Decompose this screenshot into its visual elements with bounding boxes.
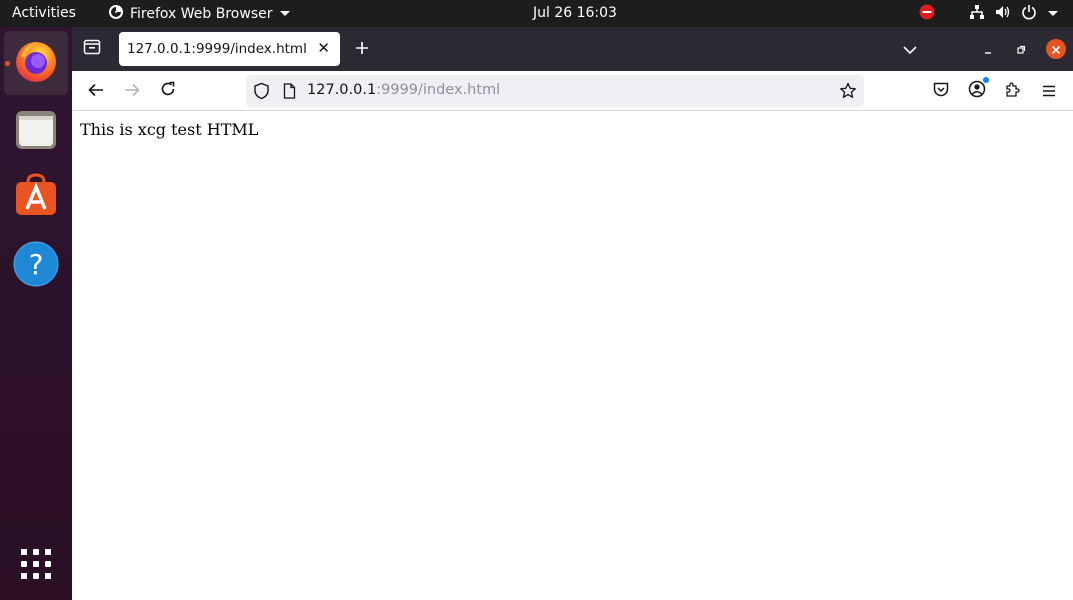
maximize-icon <box>1016 40 1026 59</box>
clock[interactable]: Jul 26 16:03 <box>533 5 617 21</box>
dock-item-files[interactable] <box>4 99 68 163</box>
help-icon: ? <box>13 241 59 291</box>
activities-button[interactable]: Activities <box>12 5 76 21</box>
minimize-button[interactable] <box>976 37 1000 61</box>
plus-icon <box>355 40 369 59</box>
url-bar[interactable]: 127.0.0.1:9999/index.html <box>246 75 864 107</box>
reload-icon <box>160 81 176 101</box>
app-menu-button[interactable] <box>1037 79 1061 103</box>
tracking-protection-icon[interactable] <box>253 82 270 104</box>
top-bar: Activities Firefox Web Browser Jul 26 16… <box>0 0 1073 27</box>
star-icon[interactable] <box>839 82 857 104</box>
url-text: 127.0.0.1:9999/index.html <box>307 82 500 98</box>
close-icon <box>1051 40 1061 59</box>
page-content: This is xcg test HTML <box>72 112 1073 600</box>
hamburger-icon <box>1042 82 1056 101</box>
list-all-tabs-button[interactable] <box>898 37 922 61</box>
page-info-icon[interactable] <box>283 83 296 103</box>
tab-title: 127.0.0.1:9999/index.html <box>127 41 307 57</box>
files-icon <box>14 107 58 155</box>
svg-text:?: ? <box>29 248 44 281</box>
minimize-icon <box>983 40 993 59</box>
running-indicator <box>5 61 10 66</box>
firefox-icon <box>108 4 124 24</box>
grid-icon <box>20 548 52 584</box>
url-host: 127.0.0.1 <box>307 82 377 98</box>
page-text: This is xcg test HTML <box>80 120 259 139</box>
app-center-icon <box>13 172 59 222</box>
do-not-disturb-icon[interactable] <box>919 4 935 24</box>
close-window-button[interactable] <box>1046 39 1066 59</box>
firefox-view-icon <box>83 39 101 59</box>
nav-bar: 127.0.0.1:9999/index.html <box>72 71 1073 111</box>
account-icon <box>968 77 989 102</box>
dock-item-help[interactable]: ? <box>4 234 68 298</box>
arrow-right-icon <box>124 82 140 101</box>
system-tray[interactable] <box>919 4 1059 24</box>
url-path: :9999/index.html <box>376 82 501 98</box>
firefox-icon <box>13 38 59 88</box>
network-icon[interactable] <box>969 4 985 24</box>
chevron-down-icon[interactable] <box>1047 6 1059 22</box>
app-menu-label: Firefox Web Browser <box>130 6 273 22</box>
dock: ? <box>0 27 72 600</box>
dock-item-app-center[interactable] <box>4 165 68 229</box>
tab-active[interactable]: 127.0.0.1:9999/index.html ✕ <box>119 32 340 66</box>
dock-item-firefox[interactable] <box>4 31 68 95</box>
chevron-down-icon <box>903 40 917 59</box>
chevron-down-icon <box>279 6 291 22</box>
show-apps-button[interactable] <box>4 534 68 598</box>
app-menu[interactable]: Firefox Web Browser <box>108 4 291 24</box>
new-tab-button[interactable] <box>350 37 374 61</box>
browser-window: 127.0.0.1:9999/index.html ✕ 127.0.0.1:99… <box>72 27 1073 600</box>
forward-button[interactable] <box>120 79 144 103</box>
tab-strip: 127.0.0.1:9999/index.html ✕ <box>72 27 1073 71</box>
puzzle-icon <box>1005 81 1021 101</box>
volume-icon[interactable] <box>995 4 1011 24</box>
firefox-view-button[interactable] <box>80 37 104 61</box>
arrow-left-icon <box>88 82 104 101</box>
account-button[interactable] <box>965 77 989 103</box>
pocket-button[interactable] <box>929 79 953 103</box>
pocket-icon <box>933 82 949 101</box>
back-button[interactable] <box>84 79 108 103</box>
maximize-button[interactable] <box>1009 37 1033 61</box>
tab-close-icon[interactable]: ✕ <box>317 39 330 57</box>
reload-button[interactable] <box>156 79 180 103</box>
power-icon[interactable] <box>1021 4 1037 24</box>
extensions-button[interactable] <box>1001 79 1025 103</box>
